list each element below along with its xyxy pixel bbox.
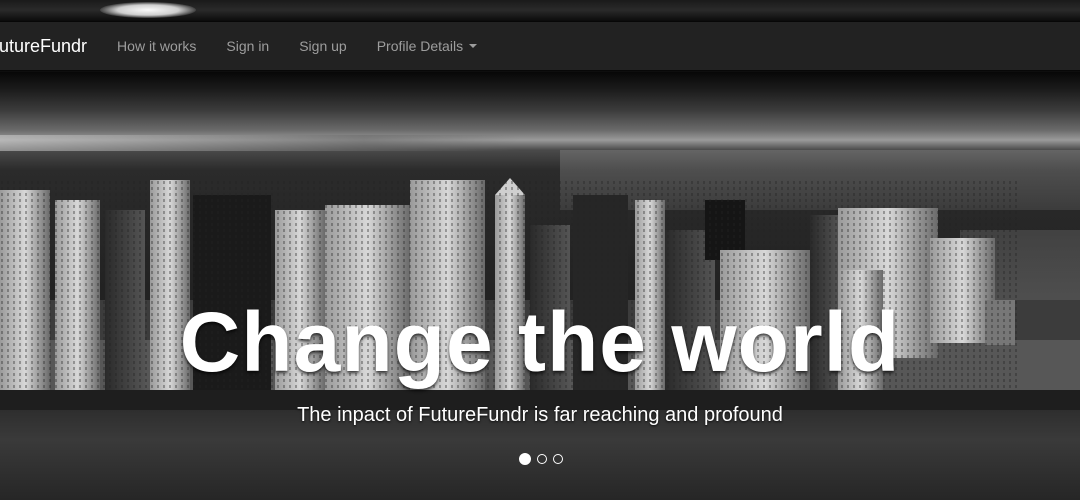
nav-sign-up[interactable]: Sign up bbox=[284, 38, 361, 54]
river-background-left bbox=[0, 135, 520, 151]
nav-how-it-works[interactable]: How it works bbox=[102, 38, 211, 54]
top-navbar: FutureFundr How it works Sign in Sign up… bbox=[0, 22, 1080, 71]
carousel-indicator-2[interactable] bbox=[537, 454, 547, 464]
nav-profile-details-dropdown[interactable]: Profile Details bbox=[362, 38, 492, 54]
hero-subheadline: The inpact of FutureFundr is far reachin… bbox=[297, 404, 783, 426]
hero-headline: Change the world bbox=[179, 295, 901, 389]
nav-profile-details-label: Profile Details bbox=[376, 38, 464, 54]
sky-highlight bbox=[100, 2, 196, 18]
brand-link[interactable]: FutureFundr bbox=[0, 36, 102, 57]
carousel-indicator-1[interactable] bbox=[519, 453, 531, 465]
hero-carousel: FutureFundr How it works Sign in Sign up… bbox=[0, 0, 1080, 500]
carousel-indicators bbox=[0, 453, 1080, 465]
nav-sign-in[interactable]: Sign in bbox=[211, 38, 284, 54]
carousel-indicator-3[interactable] bbox=[553, 454, 563, 464]
caret-down-icon bbox=[469, 44, 478, 48]
